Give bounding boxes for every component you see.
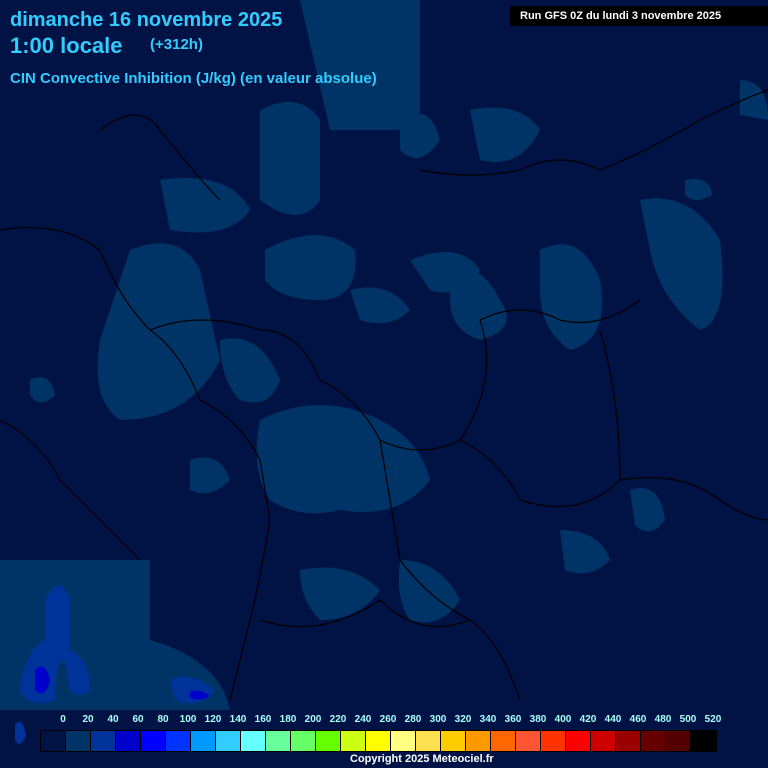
legend-label: 240 [354,714,372,725]
legend-swatch [516,731,541,751]
color-legend [40,730,717,752]
legend-swatch [491,731,516,751]
legend-swatch [291,731,316,751]
forecast-lead-time: (+312h) [150,36,203,53]
legend-swatch [591,731,616,751]
legend-swatch [191,731,216,751]
legend-label: 500 [679,714,697,725]
legend-label: 0 [60,714,66,725]
legend-label: 80 [157,714,169,725]
legend-swatch [441,731,466,751]
legend-swatch [41,731,66,751]
legend-swatch [566,731,591,751]
legend-swatch [316,731,341,751]
legend-label: 20 [82,714,94,725]
model-run-label: Run GFS 0Z du lundi 3 novembre 2025 [510,6,768,26]
legend-labels: 0 20 40 60 80 100 120 140 160 180 200 220 240 260 280 3… [40,714,740,728]
legend-swatch [341,731,366,751]
legend-swatch [666,731,691,751]
copyright: Copyright 2025 Meteociel.fr [350,753,494,765]
legend-label: 60 [132,714,144,725]
legend-label: 140 [229,714,247,725]
cin-map [0,0,768,744]
legend-label: 260 [379,714,397,725]
legend-swatch [266,731,291,751]
legend-label: 380 [529,714,547,725]
legend-label: 420 [579,714,597,725]
legend-label: 180 [279,714,297,725]
legend-swatch [416,731,441,751]
legend-swatch [91,731,116,751]
legend-swatch [241,731,266,751]
legend-swatch [141,731,166,751]
legend-swatch [641,731,666,751]
legend-swatch [116,731,141,751]
forecast-date: dimanche 16 novembre 2025 [10,9,283,31]
legend-label: 480 [654,714,672,725]
legend-label: 100 [179,714,197,725]
legend-label: 120 [204,714,222,725]
legend-label: 280 [404,714,422,725]
legend-swatch [616,731,641,751]
legend-label: 360 [504,714,522,725]
legend-label: 440 [604,714,622,725]
legend-swatch [691,731,716,751]
forecast-time: 1:00 locale [10,33,123,58]
legend-label: 460 [629,714,647,725]
legend-swatch [366,731,391,751]
legend-swatch [216,731,241,751]
legend-swatch [391,731,416,751]
legend-swatch [66,731,91,751]
legend-label: 220 [329,714,347,725]
legend-swatch [466,731,491,751]
legend-label: 400 [554,714,572,725]
legend-label: 300 [429,714,447,725]
legend-swatch [541,731,566,751]
legend-label: 200 [304,714,322,725]
legend-label: 40 [107,714,119,725]
legend-label: 320 [454,714,472,725]
legend-label: 520 [704,714,722,725]
legend-label: 340 [479,714,497,725]
variable-title: CIN Convective Inhibition (J/kg) (en val… [10,70,377,87]
legend-swatch [166,731,191,751]
legend-label: 160 [254,714,272,725]
